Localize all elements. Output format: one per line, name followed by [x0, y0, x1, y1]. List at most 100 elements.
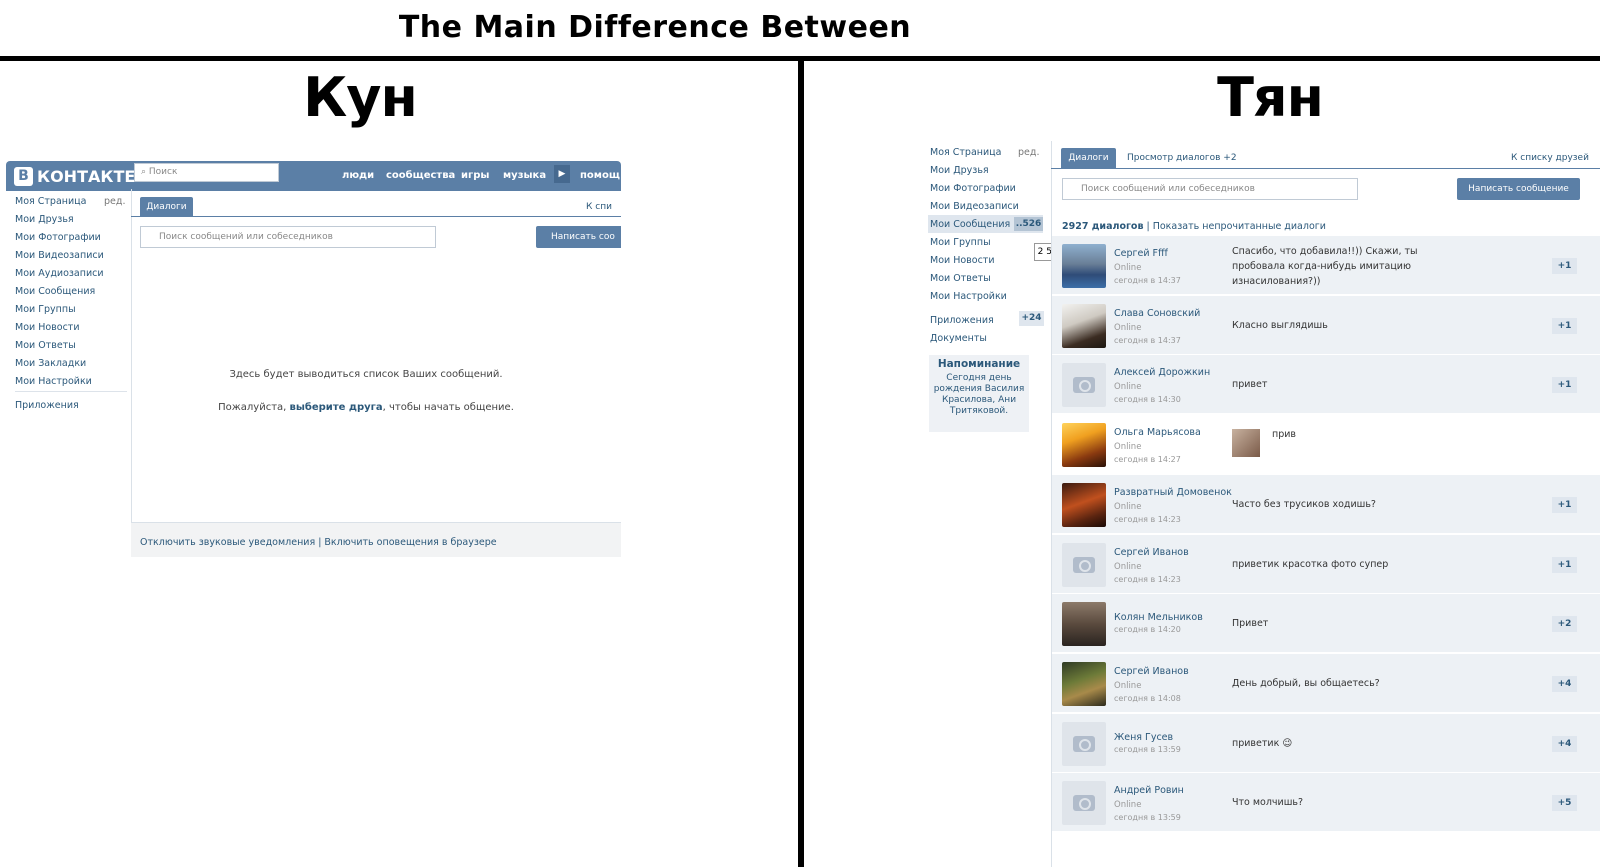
- messages-count-badge[interactable]: ..526: [1014, 217, 1043, 231]
- sidebar-groups[interactable]: Мои Группы: [930, 237, 991, 248]
- online-status: Online: [1114, 382, 1142, 393]
- avatar[interactable]: [1062, 303, 1106, 348]
- dialog-name[interactable]: Слава Соновский: [1114, 308, 1200, 319]
- dialog-preview[interactable]: День добрый, вы общаетесь?: [1232, 676, 1467, 691]
- sidebar-news[interactable]: Мои Новости: [930, 255, 995, 266]
- dialog-name[interactable]: Развратный Домовенок: [1114, 487, 1232, 498]
- dialog-name[interactable]: Алексей Дорожкин: [1114, 367, 1210, 378]
- show-unread-link[interactable]: | Показать непрочитанные диалоги: [1143, 221, 1326, 232]
- avatar[interactable]: [1062, 661, 1106, 706]
- dialog-preview[interactable]: прив: [1272, 427, 1507, 442]
- dialog-preview[interactable]: Часто без трусиков ходишь?: [1232, 497, 1467, 512]
- dialog-row[interactable]: Колян Мельников сегодня в 14:20 Привет +2: [1052, 594, 1600, 654]
- apps-badge[interactable]: +24: [1019, 311, 1044, 326]
- dialog-row[interactable]: Алексей Дорожкин Online сегодня в 14:30 при…: [1052, 355, 1600, 415]
- dialog-preview[interactable]: Что молчишь?: [1232, 795, 1467, 810]
- unread-badge: +1: [1552, 496, 1577, 513]
- sidebar-messages[interactable]: Мои Сообщения: [15, 286, 95, 297]
- nav-music[interactable]: музыка: [503, 170, 546, 181]
- sidebar-my-page[interactable]: Моя Страница: [930, 147, 1001, 158]
- sidebar-answers[interactable]: Мои Ответы: [15, 340, 76, 351]
- unread-badge: +4: [1552, 675, 1577, 692]
- dialog-name[interactable]: Сергей Иванов: [1114, 547, 1189, 558]
- empty-message: Здесь будет выводиться список Ваших сооб…: [229, 369, 503, 380]
- tab-dialogs[interactable]: Диалоги: [140, 197, 193, 217]
- dialog-row[interactable]: Сергей Иванов Online сегодня в 14:23 привет…: [1052, 534, 1600, 594]
- sidebar-videos[interactable]: Мои Видеозаписи: [930, 201, 1019, 212]
- nav-people[interactable]: люди: [342, 170, 374, 181]
- avatar[interactable]: [1062, 482, 1106, 527]
- dialog-row[interactable]: Андрей Ровин Online сегодня в 13:59 Что мол…: [1052, 773, 1600, 833]
- avatar[interactable]: [1062, 423, 1106, 468]
- sidebar-documents[interactable]: Документы: [930, 333, 987, 344]
- sidebar-answers[interactable]: Мои Ответы: [930, 273, 991, 284]
- sidebar-friends[interactable]: Мои Друзья: [15, 214, 74, 225]
- online-status: Online: [1114, 800, 1142, 811]
- vk-logo[interactable]: В КОНТАКТЕ: [14, 164, 135, 188]
- sender-thumbnail: [1232, 429, 1260, 458]
- sidebar-settings[interactable]: Мои Настройки: [930, 291, 1007, 302]
- dialog-row[interactable]: Сергей Иванов Online сегодня в 14:08 День д…: [1052, 653, 1600, 713]
- dialog-preview[interactable]: приветик 😉: [1232, 736, 1467, 751]
- dialog-name[interactable]: Ольга Марьясова: [1114, 427, 1201, 438]
- notification-footer[interactable]: Отключить звуковые уведомления | Включит…: [131, 522, 621, 557]
- sidebar-photos[interactable]: Мои Фотографии: [930, 183, 1016, 194]
- sidebar-friends[interactable]: Мои Друзья: [930, 165, 989, 176]
- avatar[interactable]: [1062, 602, 1106, 647]
- reminder-text[interactable]: Сегодня день рождения Василия Красилова,…: [931, 373, 1027, 417]
- dialog-preview[interactable]: Спасибо, что добавила!!)) Скажи, ты проб…: [1232, 244, 1467, 289]
- avatar-placeholder[interactable]: [1062, 781, 1106, 826]
- sidebar-settings[interactable]: Мои Настройки: [15, 376, 92, 387]
- sidebar-videos[interactable]: Мои Видеозаписи: [15, 250, 104, 261]
- edit-link[interactable]: ред.: [104, 196, 125, 207]
- avatar-placeholder[interactable]: [1062, 363, 1106, 408]
- message-search-input[interactable]: Поиск сообщений или собеседников: [140, 226, 436, 248]
- dialog-name[interactable]: Андрей Ровин: [1114, 785, 1184, 796]
- sidebar-apps[interactable]: Приложения: [930, 315, 994, 326]
- dialog-preview[interactable]: Привет: [1232, 616, 1467, 631]
- dialog-preview[interactable]: привет: [1232, 377, 1467, 392]
- dialog-row[interactable]: Ольга Марьясова Online сегодня в 14:27 прив: [1052, 415, 1600, 475]
- dialog-row[interactable]: Развратный Домовенок Online сегодня в 14:2…: [1052, 474, 1600, 534]
- avatar-placeholder[interactable]: [1062, 721, 1106, 766]
- dialog-name[interactable]: Женя Гусев: [1114, 732, 1173, 743]
- to-friends-link[interactable]: К спи: [586, 202, 612, 212]
- online-status: Online: [1114, 501, 1142, 512]
- tab-dialogs[interactable]: Диалоги: [1061, 148, 1116, 169]
- search-input[interactable]: ⌕ Поиск: [134, 163, 279, 182]
- write-message-button[interactable]: Написать соо: [536, 226, 621, 248]
- dialog-row[interactable]: Слава Соновский Online сегодня в 14:37 Клас…: [1052, 295, 1600, 355]
- dialog-time: сегодня в 14:27: [1114, 455, 1181, 465]
- dialog-row[interactable]: Сергей Ffff Online сегодня в 14:37 Спасибо,…: [1052, 236, 1600, 295]
- sidebar-my-page[interactable]: Моя Страница: [15, 196, 86, 207]
- write-message-button[interactable]: Написать сообщение: [1457, 178, 1580, 200]
- nav-help[interactable]: помощ: [580, 170, 620, 181]
- message-search-input[interactable]: Поиск сообщений или собеседников: [1062, 178, 1358, 200]
- sidebar-audio[interactable]: Мои Аудиозаписи: [15, 268, 104, 279]
- online-status: Online: [1114, 680, 1142, 691]
- sidebar-bookmarks[interactable]: Мои Закладки: [15, 358, 86, 369]
- avatar-placeholder[interactable]: [1062, 542, 1106, 587]
- dialog-name[interactable]: Колян Мельников: [1114, 612, 1203, 623]
- nav-games[interactable]: игры: [461, 170, 489, 181]
- sidebar-messages[interactable]: Мои Сообщения: [930, 219, 1010, 230]
- dialog-time: сегодня в 13:59: [1114, 744, 1181, 754]
- sidebar-apps[interactable]: Приложения: [15, 400, 79, 411]
- edit-link[interactable]: ред.: [1018, 147, 1039, 158]
- dialog-preview[interactable]: приветик красотка фото супер: [1232, 557, 1467, 572]
- nav-communities[interactable]: сообщества: [386, 170, 455, 181]
- dialog-time: сегодня в 14:37: [1114, 276, 1181, 285]
- to-friends-link[interactable]: К списку друзей: [1511, 153, 1589, 163]
- dialog-preview[interactable]: Класно выглядишь: [1232, 318, 1467, 333]
- dialog-name[interactable]: Сергей Иванов: [1114, 666, 1189, 677]
- play-arrow-icon[interactable]: ▶: [554, 165, 570, 183]
- dialog-name[interactable]: Сергей Ffff: [1114, 248, 1168, 259]
- sidebar-news[interactable]: Мои Новости: [15, 322, 80, 333]
- sidebar-groups[interactable]: Мои Группы: [15, 304, 76, 315]
- tab-view-dialogs[interactable]: Просмотр диалогов +2: [1127, 153, 1237, 163]
- dialog-row[interactable]: Женя Гусев сегодня в 13:59 приветик 😉 +4: [1052, 713, 1600, 773]
- dialog-count-value: 2927 диалогов: [1062, 221, 1144, 232]
- choose-friend-link[interactable]: выберите друга: [290, 402, 383, 413]
- sidebar-photos[interactable]: Мои Фотографии: [15, 232, 101, 243]
- avatar[interactable]: [1062, 244, 1106, 288]
